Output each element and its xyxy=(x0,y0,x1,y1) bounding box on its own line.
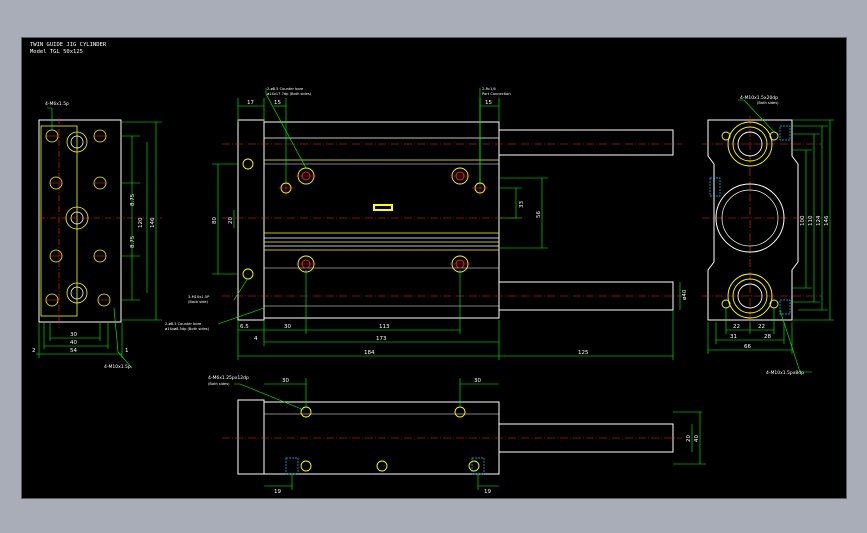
bottom-hole-1 xyxy=(300,406,312,418)
bottom-hole-5 xyxy=(468,460,480,472)
right-end-view: 4-M10x1.5x20dp (Both sides) 4-M10x1.5px8… xyxy=(702,95,834,376)
front-dim-4: 4 xyxy=(254,336,258,342)
right-dim-100: 100 xyxy=(800,215,806,226)
left-dim-1: 1 xyxy=(125,348,129,354)
front-dim-125: 125 xyxy=(578,350,589,356)
drawing-title: TWIN GUIDE JIG CYLINDER xyxy=(30,42,107,48)
left-hole-note: 4-M6x1.5p xyxy=(45,101,69,107)
front-dim-15-right: 15 xyxy=(485,100,492,106)
bottom-hidden-port-2 xyxy=(471,457,485,475)
left-dim-40: 40 xyxy=(70,340,77,346)
front-m10-note: 3-M10x1.5P xyxy=(188,295,210,299)
front-dim-184: 184 xyxy=(364,350,375,356)
right-dim-31: 31 xyxy=(730,334,737,340)
right-dim-110: 110 xyxy=(808,215,814,226)
left-dim-2: 2 xyxy=(32,348,36,354)
front-dim-113: 113 xyxy=(379,324,390,330)
left-dim-8-75-top: 8.75 xyxy=(130,193,136,206)
front-counterbore-sub: ø14x17.7dp (Both sides) xyxy=(267,92,312,96)
right-tap-4 xyxy=(769,299,779,309)
right-dim-28: 28 xyxy=(764,334,771,340)
bottom-note: 4-M6x1.25px12dp xyxy=(208,375,249,381)
bottom-end-plate xyxy=(237,399,265,475)
right-dim-22-right: 22 xyxy=(758,324,765,330)
bottom-dim-20: 20 xyxy=(686,435,692,442)
bottom-view: 4-M6x1.25px12dp (Both sides) 30 30 20 40… xyxy=(208,375,706,495)
front-end-plate xyxy=(237,119,265,321)
right-tap-1 xyxy=(721,131,731,141)
right-hidden-port-2 xyxy=(779,125,791,141)
right-top-sub: (Both sides) xyxy=(757,101,779,105)
right-tap-2 xyxy=(769,131,779,141)
front-cb2-note: 2-ø8.5 Counter bore xyxy=(165,322,202,326)
front-dim-33: 33 xyxy=(519,201,525,208)
title-block: TWIN GUIDE JIG CYLINDER Model TGL 50x125 xyxy=(30,42,107,55)
bottom-dim-30-left: 30 xyxy=(282,378,289,384)
front-plate-hole-1 xyxy=(242,158,254,170)
front-dim-17: 17 xyxy=(247,100,254,106)
bottom-hole-2 xyxy=(454,406,466,418)
bottom-dim-19-left: 19 xyxy=(274,489,281,495)
front-dim-6-5: 6.5 xyxy=(240,324,249,330)
front-body-outline xyxy=(263,121,500,319)
cad-viewport[interactable]: TWIN GUIDE JIG CYLINDER Model TGL 50x125 xyxy=(21,37,847,499)
right-body-profile xyxy=(707,119,799,321)
drawing-model: Model TGL 50x125 xyxy=(30,49,83,55)
bottom-dim-30-right: 30 xyxy=(474,378,481,384)
right-dim-124: 124 xyxy=(816,215,822,226)
left-end-view: 4-M6x1.5p 4-M10x1.5p 8.75 120 8.75 146 3… xyxy=(32,101,162,370)
left-dim-8-75-bottom: 8.75 xyxy=(130,235,136,248)
right-hidden-port-1 xyxy=(709,177,721,197)
bottom-dim-19-right: 19 xyxy=(484,489,491,495)
front-dim-30: 30 xyxy=(284,324,291,330)
right-hidden-port-3 xyxy=(779,299,791,315)
bottom-dim-40: 40 xyxy=(694,435,700,442)
right-dim-146: 146 xyxy=(824,215,830,226)
left-view-plate-outline xyxy=(38,119,122,323)
front-dim-56: 56 xyxy=(536,211,542,218)
right-tap-3 xyxy=(721,299,731,309)
front-port-note: 2-Rc1/4 xyxy=(482,87,497,91)
front-dim-15-left: 15 xyxy=(274,100,281,106)
left-dim-30: 30 xyxy=(70,332,77,338)
bottom-note-sub: (Both sides) xyxy=(208,382,230,386)
left-dim-146: 146 xyxy=(150,217,156,228)
front-dim-173: 173 xyxy=(376,336,387,342)
front-plate-hole-2 xyxy=(242,268,254,280)
front-dim-80: 80 xyxy=(212,217,218,224)
front-counterbore-note: 2-ø8.5 Counter bore xyxy=(267,87,304,91)
left-bottom-note: 4-M10x1.5p xyxy=(104,364,131,370)
right-bottom-note: 4-M10x1.5px8dp xyxy=(766,370,804,376)
left-dim-54: 54 xyxy=(70,348,77,354)
front-upper-rod xyxy=(498,129,674,156)
bottom-hidden-port-1 xyxy=(285,457,299,475)
front-m10-sub: (Back side) xyxy=(188,300,209,304)
bottom-hole-3 xyxy=(300,460,312,472)
right-dim-22-left: 22 xyxy=(733,324,740,330)
left-dim-120: 120 xyxy=(138,217,144,228)
cad-drawing: TWIN GUIDE JIG CYLINDER Model TGL 50x125 xyxy=(30,42,834,495)
front-dim-20: 20 xyxy=(228,217,234,224)
front-view: 2-ø8.5 Counter bore ø14x17.7dp (Both sid… xyxy=(165,87,688,360)
front-dim-rod-dia: ø40 xyxy=(682,289,688,300)
bottom-hole-4 xyxy=(376,460,388,472)
right-dim-66: 66 xyxy=(744,344,751,350)
front-port-sub: Port Connection xyxy=(482,92,511,96)
front-cb2-sub: ø14xø8.5dp (Both sides) xyxy=(165,327,210,331)
